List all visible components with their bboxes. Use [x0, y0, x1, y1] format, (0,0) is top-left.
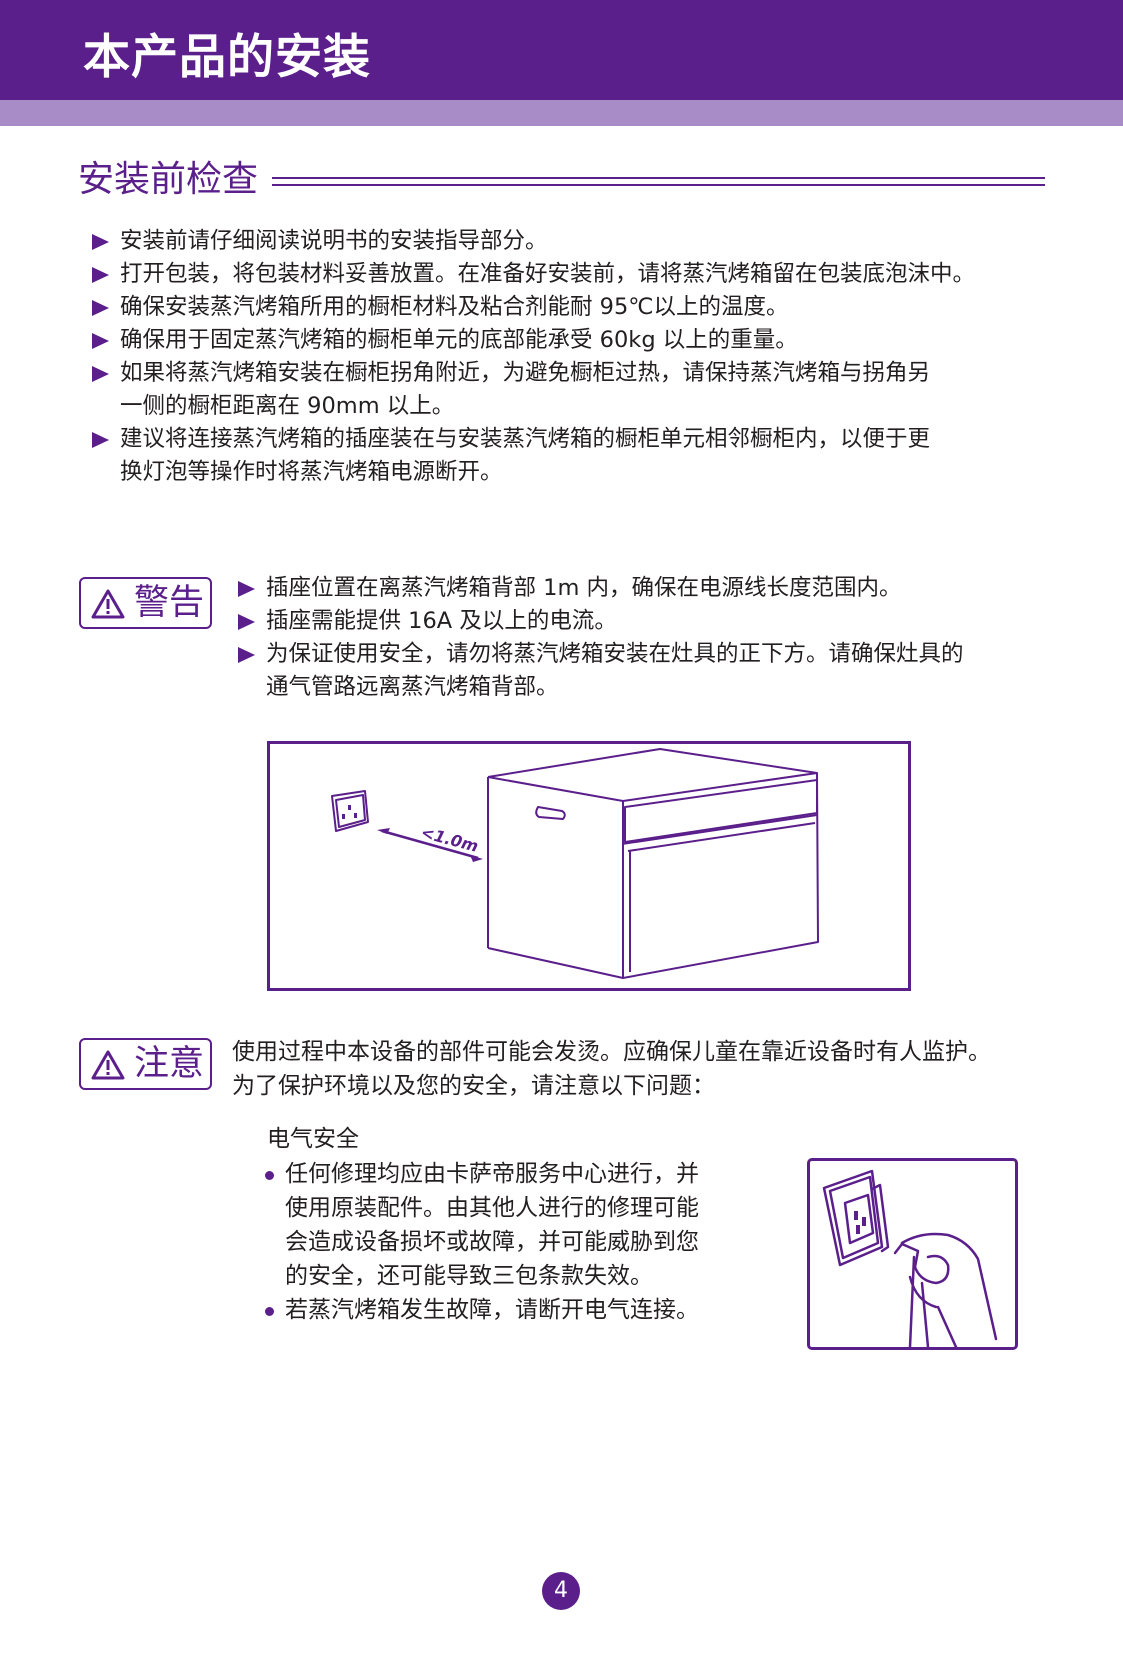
notice-text: 使用过程中本设备的部件可能会发烫。应确保儿童在靠近设备时有人监护。 为了保护环境… [232, 1039, 991, 1099]
warning-item: 为保证使用安全，请勿将蒸汽烤箱安装在灶具的正下方。请确保灶具的 通气管路远离蒸汽烤… [238, 638, 1058, 704]
section-rule [272, 177, 1045, 186]
warning-item: 插座位置在离蒸汽烤箱背部 1m 内，确保在电源线长度范围内。 [238, 572, 1058, 605]
checklist-item: 打开包装，将包装材料妥善放置。在准备好安装前，请将蒸汽烤箱留在包装底泡沫中。 [92, 258, 1072, 291]
triangle-bullet-icon [92, 366, 109, 382]
oven-illustration: <1.0m [331, 748, 819, 979]
plug-illustration [807, 1158, 1018, 1350]
triangle-bullet-icon [92, 432, 109, 448]
warning-badge: 警告 [79, 577, 212, 629]
page-header: 本产品的安装 [0, 0, 1123, 100]
triangle-bullet-icon [238, 581, 255, 597]
triangle-bullet-icon [92, 267, 109, 283]
electrical-safety-list: 任何修理均应由卡萨帝服务中心进行，并 使用原装配件。由其他人进行的修理可能 会造… [265, 1157, 745, 1327]
page-number: 4 [542, 1572, 580, 1610]
electrical-item: 任何修理均应由卡萨帝服务中心进行，并 使用原装配件。由其他人进行的修理可能 会造… [265, 1157, 745, 1293]
triangle-bullet-icon [238, 647, 255, 663]
caution-triangle-icon [91, 1050, 125, 1080]
checklist-item: 确保安装蒸汽烤箱所用的橱柜材料及粘合剂能耐 95℃以上的温度。 [92, 291, 1072, 324]
section-title: 安装前检查 [78, 159, 259, 200]
page-title: 本产品的安装 [83, 30, 371, 85]
checklist-item: 安装前请仔细阅读说明书的安装指导部分。 [92, 225, 1072, 258]
header-band [0, 100, 1123, 126]
checklist-item: 如果将蒸汽烤箱安装在橱柜拐角附近，为避免橱柜过热，请保持蒸汽烤箱与拐角另 一侧的橱… [92, 357, 1072, 423]
dot-bullet-icon [265, 1307, 274, 1316]
warning-list: 插座位置在离蒸汽烤箱背部 1m 内，确保在电源线长度范围内。 插座需能提供 16… [238, 572, 1058, 704]
electrical-item: 若蒸汽烤箱发生故障，请断开电气连接。 [265, 1293, 745, 1327]
triangle-bullet-icon [92, 300, 109, 316]
triangle-bullet-icon [92, 333, 109, 349]
triangle-bullet-icon [92, 234, 109, 250]
triangle-bullet-icon [238, 614, 255, 630]
hand-unplugging-icon [822, 1169, 998, 1349]
dot-bullet-icon [265, 1171, 274, 1180]
notice-badge: 注意 [79, 1038, 212, 1090]
oven-socket-diagram: <1.0m [267, 741, 911, 991]
pre-install-checklist: 安装前请仔细阅读说明书的安装指导部分。 打开包装，将包装材料妥善放置。在准备好安… [92, 225, 1072, 489]
notice-label: 注意 [134, 1044, 205, 1084]
warning-triangle-icon [91, 589, 125, 619]
warning-item: 插座需能提供 16A 及以上的电流。 [238, 605, 1058, 638]
electrical-safety-title: 电气安全 [267, 1126, 359, 1152]
warning-label: 警告 [134, 583, 205, 623]
checklist-item: 建议将连接蒸汽烤箱的插座装在与安装蒸汽烤箱的橱柜单元相邻橱柜内，以便于更 换灯泡等… [92, 423, 1072, 489]
checklist-item: 确保用于固定蒸汽烤箱的橱柜单元的底部能承受 60kg 以上的重量。 [92, 324, 1072, 357]
